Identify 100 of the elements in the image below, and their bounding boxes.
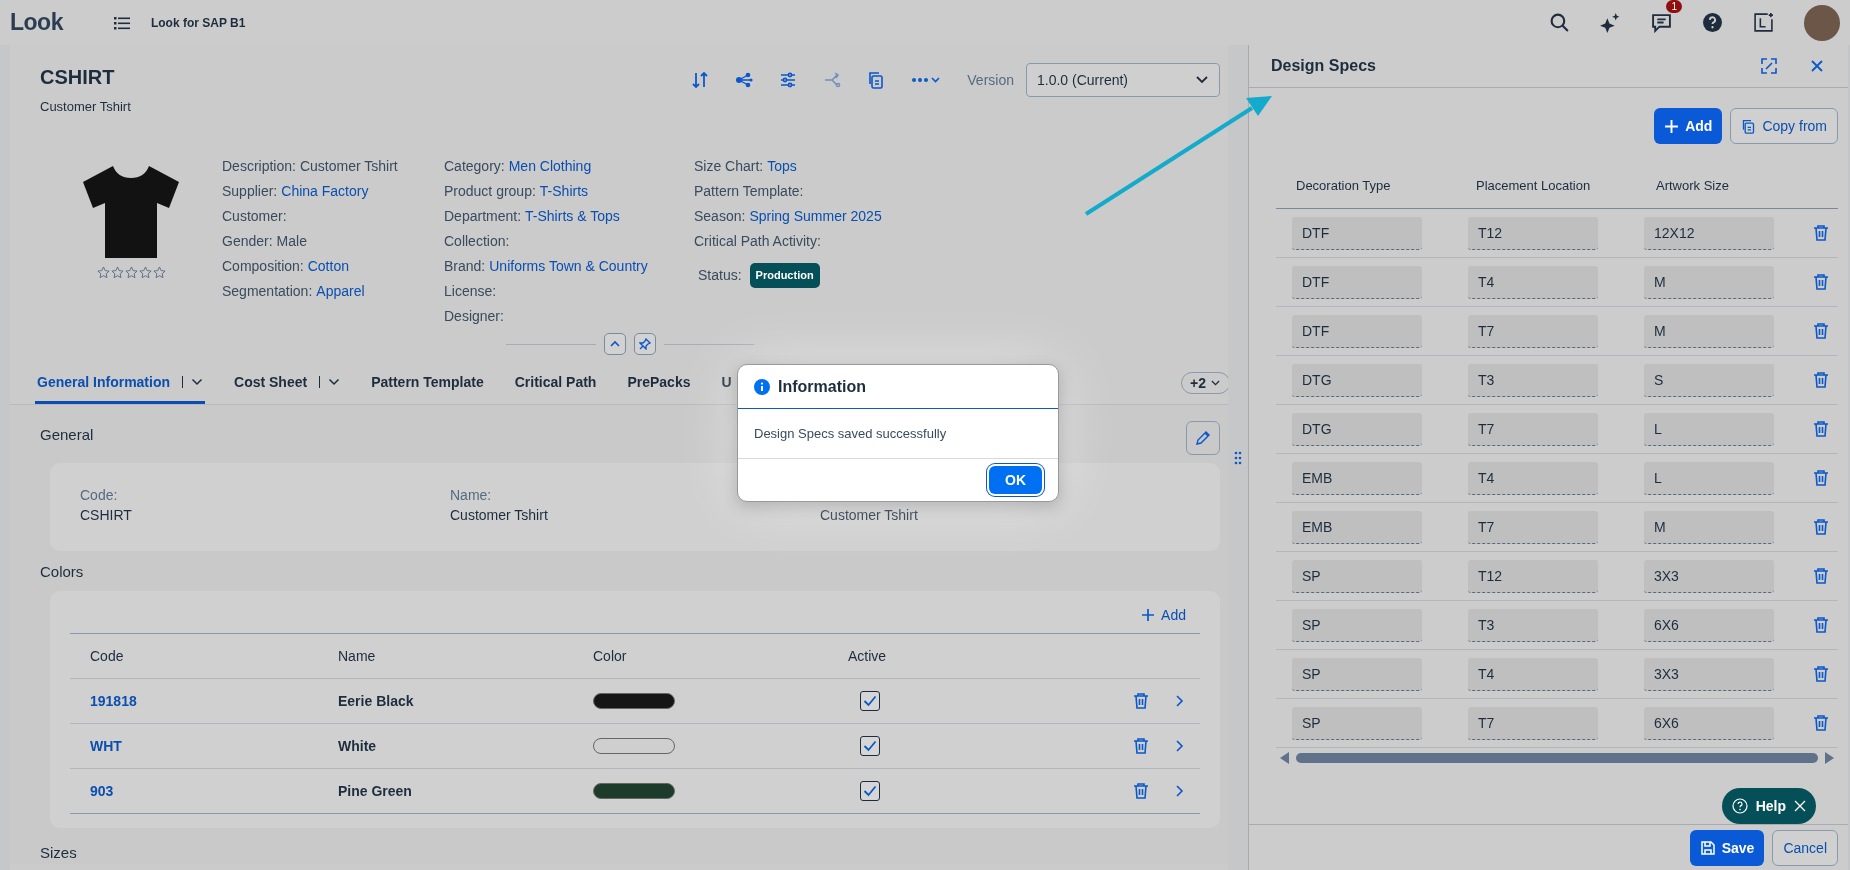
artwork-size-field[interactable]: 6X6 — [1644, 608, 1774, 642]
color-code-link[interactable]: 903 — [70, 783, 318, 799]
star-rating[interactable] — [96, 266, 166, 279]
delete-icon[interactable] — [1812, 371, 1830, 390]
drag-handle-icon[interactable] — [1234, 449, 1242, 466]
delete-icon[interactable] — [1812, 665, 1830, 684]
placement-location-field[interactable]: T12 — [1468, 216, 1598, 250]
decoration-type-field[interactable]: SP — [1292, 657, 1422, 691]
star-icon[interactable] — [124, 266, 138, 279]
decoration-type-field[interactable]: EMB — [1292, 461, 1422, 495]
collapse-header-button[interactable] — [604, 333, 626, 355]
chat-icon[interactable] — [1651, 12, 1672, 33]
delete-icon[interactable] — [1812, 567, 1830, 586]
panel-icon[interactable] — [1753, 12, 1774, 33]
expand-icon[interactable] — [1760, 57, 1778, 75]
delete-icon[interactable] — [1812, 616, 1830, 635]
decoration-type-field[interactable]: DTF — [1292, 216, 1422, 250]
placement-location-field[interactable]: T3 — [1468, 363, 1598, 397]
color-code-link[interactable]: 191818 — [70, 693, 318, 709]
placement-location-field[interactable]: T7 — [1468, 510, 1598, 544]
delete-icon[interactable] — [1812, 273, 1830, 292]
star-icon[interactable] — [96, 266, 110, 279]
help-icon[interactable] — [1702, 12, 1723, 33]
decoration-type-field[interactable]: DTG — [1292, 363, 1422, 397]
star-icon[interactable] — [152, 266, 166, 279]
delete-icon[interactable] — [1132, 782, 1150, 800]
placement-location-field[interactable]: T4 — [1468, 461, 1598, 495]
scroll-left-icon[interactable] — [1280, 752, 1290, 765]
sort-icon[interactable] — [691, 71, 710, 89]
pin-icon[interactable] — [639, 338, 651, 350]
sparkle-icon[interactable] — [1600, 12, 1621, 33]
delete-icon[interactable] — [1812, 518, 1830, 537]
scroll-right-icon[interactable] — [1824, 752, 1834, 765]
tab[interactable]: PrePacks — [625, 362, 693, 404]
caret-icon[interactable] — [191, 376, 204, 387]
delete-icon[interactable] — [1812, 469, 1830, 488]
user-avatar[interactable] — [1804, 4, 1840, 41]
tab[interactable]: Critical Path — [512, 362, 599, 404]
help-icon[interactable] — [1731, 798, 1748, 815]
edit-button[interactable] — [1186, 421, 1220, 455]
tab[interactable]: Pattern Template — [369, 362, 486, 404]
decoration-type-field[interactable]: SP — [1292, 608, 1422, 642]
save-button[interactable]: Save — [1689, 829, 1765, 866]
copy-icon[interactable] — [867, 71, 886, 89]
decoration-type-field[interactable]: SP — [1292, 706, 1422, 740]
placement-location-field[interactable]: T4 — [1468, 265, 1598, 299]
copy-from-button[interactable]: Copy from — [1730, 108, 1838, 145]
caret-icon[interactable] — [328, 376, 341, 387]
delete-icon[interactable] — [1132, 737, 1150, 755]
artwork-size-field[interactable]: L — [1644, 461, 1774, 495]
tab[interactable]: U — [719, 362, 734, 404]
artwork-size-field[interactable]: M — [1644, 510, 1774, 544]
plus-icon[interactable] — [1141, 608, 1156, 622]
artwork-size-field[interactable]: M — [1644, 265, 1774, 299]
delete-icon[interactable] — [1812, 420, 1830, 439]
search-icon[interactable] — [1549, 12, 1570, 33]
placement-location-field[interactable]: T3 — [1468, 608, 1598, 642]
artwork-size-field[interactable]: 3X3 — [1644, 559, 1774, 593]
placement-location-field[interactable]: T12 — [1468, 559, 1598, 593]
delete-icon[interactable] — [1132, 692, 1150, 710]
artwork-size-field[interactable]: 6X6 — [1644, 706, 1774, 740]
placement-location-field[interactable]: T7 — [1468, 706, 1598, 740]
delete-icon[interactable] — [1812, 714, 1830, 733]
delete-icon[interactable] — [1812, 224, 1830, 243]
artwork-size-field[interactable]: 12X12 — [1644, 216, 1774, 250]
version-dropdown[interactable]: 1.0.0 (Current) — [1026, 63, 1220, 97]
placement-location-field[interactable]: T7 — [1468, 314, 1598, 348]
delete-icon[interactable] — [1812, 322, 1830, 341]
cancel-button[interactable]: Cancel — [1772, 829, 1838, 866]
filter-sliders-icon[interactable] — [779, 71, 798, 89]
pencil-icon[interactable] — [1195, 430, 1211, 446]
artwork-size-field[interactable]: L — [1644, 412, 1774, 446]
add-color-button[interactable]: Add — [1141, 607, 1186, 623]
chevron-right-icon[interactable] — [1174, 694, 1184, 708]
decoration-type-field[interactable]: DTF — [1292, 314, 1422, 348]
ok-button[interactable]: OK — [989, 466, 1042, 494]
caret-icon[interactable] — [1210, 379, 1221, 387]
copy-icon[interactable] — [1741, 118, 1757, 134]
tab[interactable]: Cost Sheet — [232, 362, 343, 404]
decoration-type-field[interactable]: EMB — [1292, 510, 1422, 544]
chevron-right-icon[interactable] — [1174, 739, 1184, 753]
star-icon[interactable] — [110, 266, 124, 279]
decoration-type-field[interactable]: DTG — [1292, 412, 1422, 446]
pin-header-button[interactable] — [634, 333, 656, 355]
help-button[interactable]: Help — [1721, 788, 1816, 825]
decoration-type-field[interactable]: SP — [1292, 559, 1422, 593]
artwork-size-field[interactable]: S — [1644, 363, 1774, 397]
decoration-type-field[interactable]: DTF — [1292, 265, 1422, 299]
color-code-link[interactable]: WHT — [70, 738, 318, 754]
chevron-right-icon[interactable] — [1174, 784, 1184, 798]
share-icon[interactable] — [735, 71, 754, 89]
artwork-size-field[interactable]: 3X3 — [1644, 657, 1774, 691]
artwork-size-field[interactable]: M — [1644, 314, 1774, 348]
placement-location-field[interactable]: T7 — [1468, 412, 1598, 446]
star-icon[interactable] — [138, 266, 152, 279]
placement-location-field[interactable]: T4 — [1468, 657, 1598, 691]
caret-icon[interactable] — [1195, 75, 1209, 85]
close-icon[interactable] — [1794, 800, 1806, 813]
app-logo[interactable]: Look — [10, 9, 63, 36]
add-button[interactable]: Add — [1654, 108, 1723, 145]
